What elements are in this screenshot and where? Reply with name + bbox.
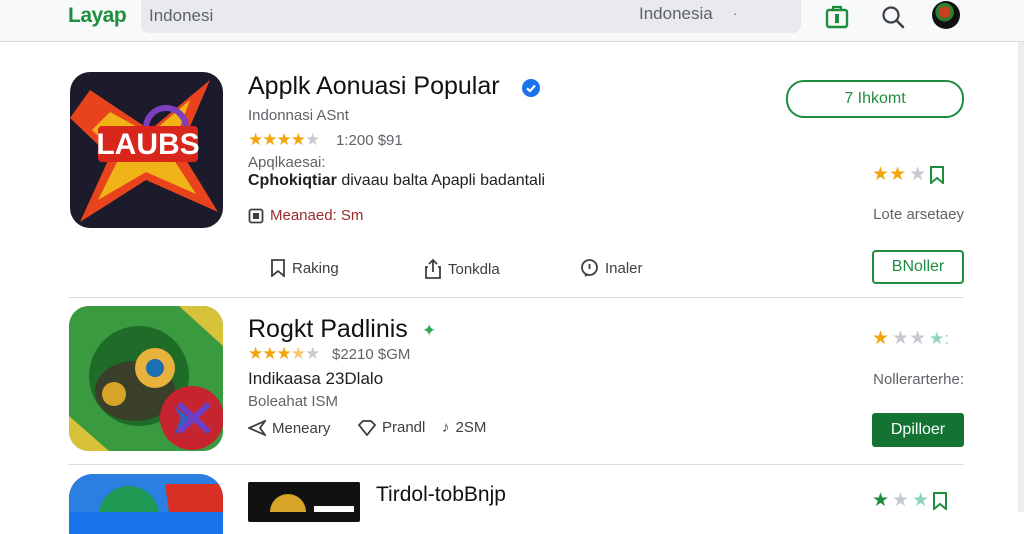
menu-label: Meneary: [272, 419, 331, 437]
side-rating: ★★ ★: [872, 163, 945, 186]
avatar[interactable]: [932, 1, 960, 29]
divider: [68, 464, 964, 465]
side-note: Lote arsetaey: [873, 206, 964, 223]
star-icon: ★: [892, 490, 910, 511]
app-description: Cphokiqtiar divaau balta Apapli badantal…: [248, 172, 545, 190]
action-button[interactable]: Dpilloer: [872, 413, 964, 447]
rating-count: 1:200 $91: [336, 132, 403, 149]
trailer-label: Inaler: [605, 260, 643, 277]
trailer-action[interactable]: Inaler: [580, 259, 643, 278]
rating-stars: ★★★★★: [248, 130, 320, 149]
side-rating: ★ ★ ★: [872, 489, 948, 512]
top-bar: Layap Indonesia ·: [0, 0, 1024, 42]
feature-row: Meanaed: Sm: [248, 207, 363, 224]
ranking-action[interactable]: Raking: [270, 259, 339, 277]
region-selector[interactable]: Indonesia: [639, 4, 713, 24]
app-title[interactable]: Applk Aonuasi Popular: [248, 72, 500, 101]
bookmark-outline-icon: [271, 259, 285, 277]
editor-choice-icon: ✦: [422, 321, 437, 340]
side-note: Nollerarterhe:: [873, 371, 964, 388]
star-icon: ★:: [929, 328, 950, 348]
star-icon: ★: [872, 328, 890, 349]
app-title[interactable]: Rogkt Padlinis: [248, 315, 408, 344]
brand-label: Prandl: [382, 419, 426, 436]
svg-text:LAUBS: LAUBS: [96, 128, 199, 161]
star-icon: ★★: [892, 328, 927, 349]
bookmark-icon[interactable]: [932, 491, 948, 510]
store-logo[interactable]: Layap: [68, 4, 127, 28]
app-icon-third[interactable]: [69, 474, 223, 534]
search-icon[interactable]: [878, 2, 908, 32]
feature-text: Meanaed: Sm: [270, 207, 364, 224]
ranking-label: Raking: [292, 259, 339, 277]
category-label: Boleahat ISM: [248, 393, 339, 410]
description-text: divaau balta Apapli badantali: [341, 172, 546, 189]
verified-icon: [522, 79, 540, 97]
developer-name[interactable]: Indonnasi ASnt: [248, 107, 349, 124]
description-highlight: Cphokiqtiar: [248, 172, 337, 189]
send-icon: [248, 419, 266, 437]
install-button[interactable]: 7 Ihkomt: [786, 80, 964, 118]
star-icon: ★: [872, 490, 890, 511]
library-icon[interactable]: [822, 2, 852, 32]
action-button[interactable]: BNoller: [872, 250, 964, 284]
diamond-icon: [358, 419, 376, 436]
rating-count: $2210 $GM: [332, 346, 411, 363]
region-dropdown-icon[interactable]: ·: [733, 6, 737, 21]
search-input[interactable]: [149, 4, 449, 28]
music-icon: ♪: [442, 419, 450, 436]
info-icon: [581, 259, 598, 277]
share-label: Tonkdla: [448, 260, 500, 278]
size-action: ♪ 2SM: [442, 419, 486, 436]
app-icon-laubs[interactable]: LAUBS: [70, 72, 223, 228]
bookmark-icon[interactable]: [929, 165, 945, 184]
brand-action[interactable]: Prandl: [358, 419, 425, 436]
star-icon: ★: [909, 164, 927, 185]
star-icon: ★: [912, 490, 930, 511]
share-action[interactable]: Tonkdla: [424, 259, 500, 279]
developer-name[interactable]: Indikaasa 23Dlalo: [248, 369, 383, 389]
menu-action[interactable]: Meneary: [248, 419, 330, 437]
side-rating: ★ ★★ ★:: [872, 327, 949, 350]
app-title[interactable]: Tirdol-tobBnjp: [376, 483, 506, 507]
share-icon: [425, 259, 441, 279]
category-label: Apqlkaesai:: [248, 154, 326, 171]
size-label: 2SM: [455, 419, 487, 436]
app-thumbnail[interactable]: [248, 482, 360, 522]
feature-icon: [248, 208, 264, 223]
search-bar[interactable]: Indonesia ·: [141, 0, 801, 33]
app-icon-rogkt[interactable]: [69, 306, 223, 451]
scrollbar[interactable]: [1018, 42, 1024, 512]
star-icon: ★★: [872, 164, 907, 185]
rating-stars: ★★★★★: [248, 344, 320, 363]
divider: [68, 297, 964, 298]
